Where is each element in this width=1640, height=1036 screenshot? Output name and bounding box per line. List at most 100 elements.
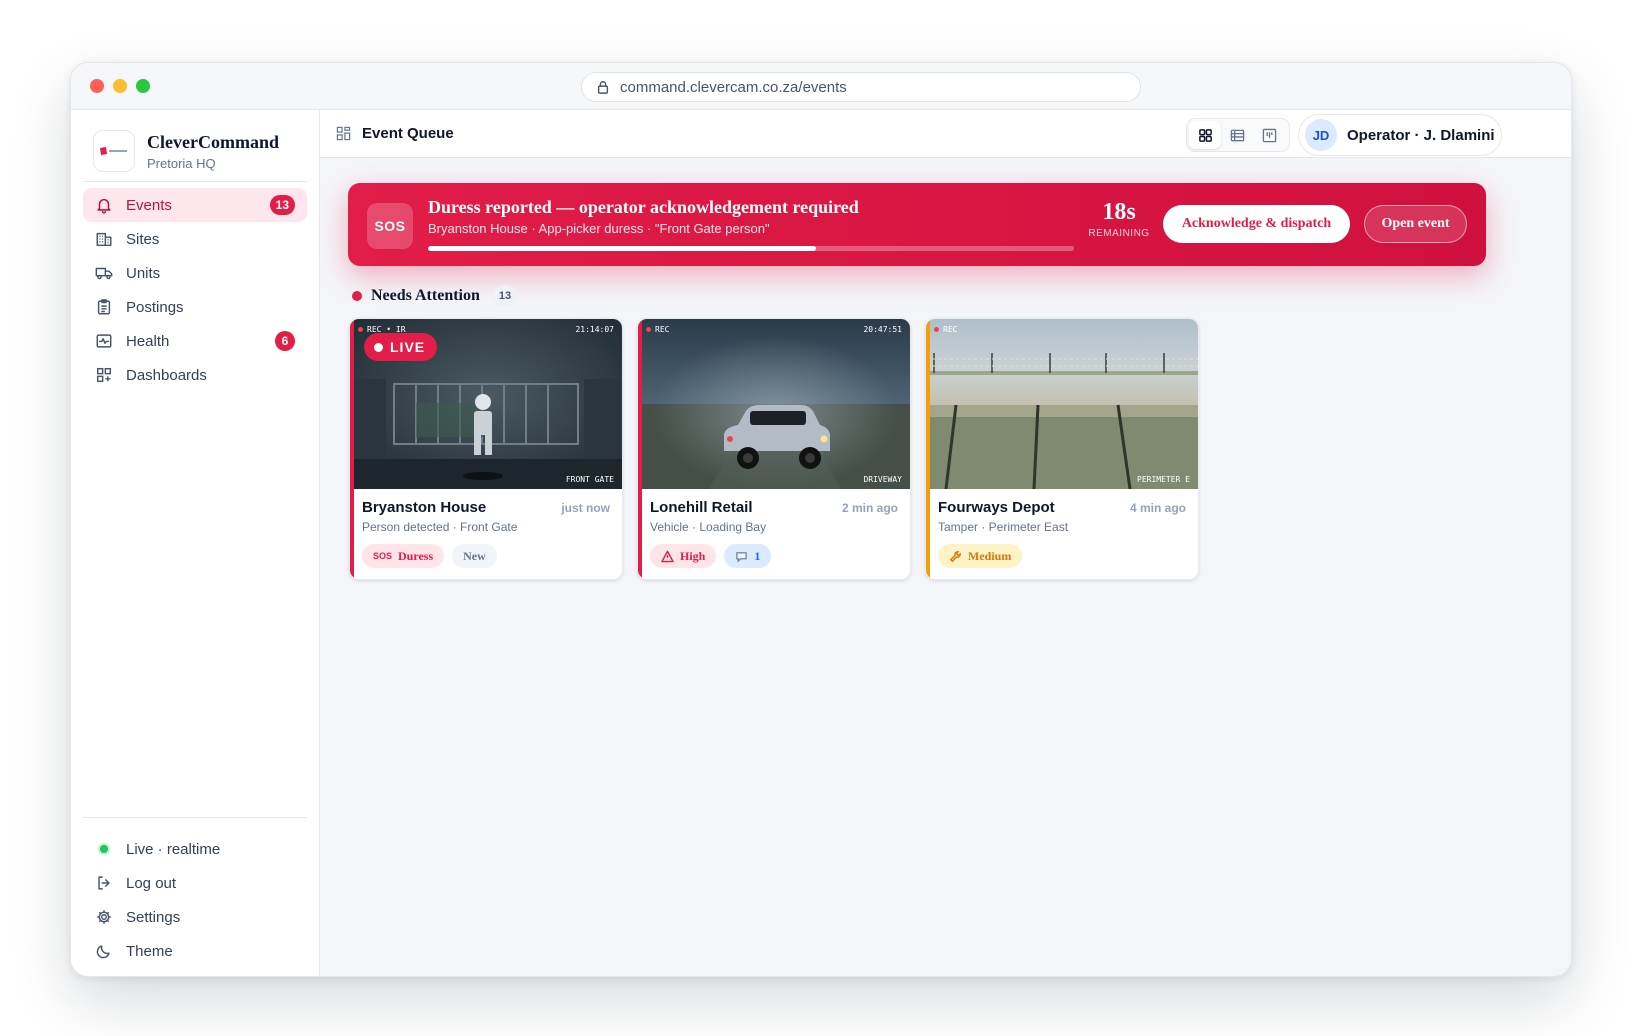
lock-icon: [597, 81, 609, 94]
connection-status: Live · realtime: [83, 832, 307, 866]
rec-text: REC: [943, 325, 958, 334]
building-icon: [96, 232, 112, 247]
countdown-label: REMAINING: [1088, 228, 1150, 239]
sos-icon: SOS: [367, 203, 413, 249]
comment-icon: [736, 551, 748, 562]
list-icon: [1230, 129, 1244, 141]
board-icon: [1262, 128, 1276, 142]
sidebar-bottom-divider: [83, 817, 307, 818]
url-text: command.clevercam.co.za/events: [620, 78, 847, 96]
card-title: Bryanston House: [362, 499, 487, 516]
acknowledge-progress-bar: [428, 246, 1074, 251]
maximize-window-button[interactable]: [136, 79, 150, 93]
sos-mini-icon: SOS: [373, 551, 393, 561]
logout-icon: [98, 876, 110, 890]
browser-window: command.clevercam.co.za/events CleverCom…: [70, 62, 1572, 977]
chip-label: Medium: [968, 548, 1012, 563]
close-window-button[interactable]: [90, 79, 104, 93]
connection-status-label: Live · realtime: [126, 840, 221, 858]
operator-name: Operator · J. Dlamini: [1347, 126, 1495, 144]
card-subtitle: Tamper · Perimeter East: [938, 520, 1069, 534]
address-bar[interactable]: command.clevercam.co.za/events: [581, 72, 1141, 102]
moon-icon: [96, 945, 110, 959]
sidebar-item-events[interactable]: Events 13: [83, 188, 307, 222]
duress-chip: SOS Duress: [362, 544, 445, 568]
medium-severity-chip: Medium: [938, 544, 1023, 568]
wrench-icon: [949, 550, 961, 562]
card-time: 2 min ago: [841, 501, 898, 515]
sidebar-item-label: Dashboards: [126, 366, 207, 384]
brand-logo: [93, 130, 135, 172]
live-dot: [374, 342, 383, 352]
rec-dot: [646, 327, 651, 332]
alert-title: Duress reported — operator acknowledgeme…: [428, 197, 859, 217]
theme-toggle[interactable]: Theme: [83, 934, 307, 968]
card-body: Bryanston House just now Person detected…: [350, 489, 622, 568]
sidebar-item-label: Health: [126, 332, 170, 350]
camera-timestamp: 20:47:51: [863, 325, 902, 334]
brand: CleverCommand Pretoria HQ: [93, 130, 279, 172]
duress-alert-banner: SOS Duress reported — operator acknowled…: [348, 183, 1486, 266]
progress-fill: [428, 246, 816, 251]
camera-feed[interactable]: REC PERIMETER E: [926, 319, 1198, 489]
brand-site: Pretoria HQ: [147, 155, 216, 171]
card-title: Fourways Depot: [938, 499, 1055, 516]
live-badge: LIVE: [364, 333, 438, 361]
needs-attention-header: Needs Attention 13: [352, 285, 518, 307]
card-body: Fourways Depot 4 min ago Tamper · Perime…: [926, 489, 1198, 568]
sidebar-item-sites[interactable]: Sites: [83, 222, 307, 256]
rec-dot: [358, 327, 363, 332]
sidebar-item-label: Events: [126, 196, 172, 214]
camera-feed[interactable]: REC 20:47:51 DRIVEWAY: [638, 319, 910, 489]
severity-stripe: [350, 319, 354, 579]
board-view-button[interactable]: [1253, 121, 1285, 149]
sidebar-bottom-nav: Live · realtime Log out Settings Theme: [83, 832, 307, 968]
minimize-window-button[interactable]: [113, 79, 127, 93]
sidebar-item-dashboards[interactable]: Dashboards: [83, 358, 307, 392]
grid-view-button[interactable]: [1189, 121, 1221, 149]
list-view-button[interactable]: [1221, 121, 1253, 149]
event-card-bryanston[interactable]: REC • IR 21:14:07 FRONT GATE LIVE Bryans…: [349, 318, 623, 580]
event-card-lonehill[interactable]: REC 20:47:51 DRIVEWAY Lonehill Retail 2 …: [637, 318, 911, 580]
logout-button[interactable]: Log out: [83, 866, 307, 900]
open-event-button[interactable]: Open event: [1364, 205, 1467, 243]
card-time: 4 min ago: [1129, 501, 1186, 515]
acknowledge-dispatch-button[interactable]: Acknowledge & dispatch: [1163, 205, 1350, 243]
page-title-text: Event Queue: [362, 125, 454, 142]
settings-label: Settings: [126, 908, 181, 926]
sidebar-item-label: Postings: [126, 298, 184, 316]
browser-titlebar: command.clevercam.co.za/events: [71, 63, 1571, 110]
main-content: Event Queue JD Operator · J. Dlamini SOS: [320, 110, 1571, 976]
camera-feed[interactable]: REC • IR 21:14:07 FRONT GATE LIVE: [350, 319, 622, 489]
live-status-dot: [98, 843, 110, 855]
chip-label: High: [680, 548, 706, 563]
chip-label: 1: [754, 548, 761, 563]
settings-button[interactable]: Settings: [83, 900, 307, 934]
sidebar-item-units[interactable]: Units: [83, 256, 307, 290]
alert-subtitle: Bryanston House · App-picker duress · "F…: [428, 221, 770, 236]
brand-name: CleverCommand: [147, 131, 279, 152]
camera-timestamp: 21:14:07: [575, 325, 614, 334]
sidebar-item-label: Sites: [126, 230, 160, 248]
event-card-fourways[interactable]: REC PERIMETER E Fourways Depot 4 min ago…: [925, 318, 1199, 580]
countdown: 18s REMAINING: [1088, 199, 1150, 239]
section-title: Needs Attention: [371, 287, 480, 304]
comment-count-chip[interactable]: 1: [724, 544, 772, 568]
sidebar-item-health[interactable]: Health 6: [83, 324, 307, 358]
gear-icon: [97, 910, 111, 924]
sidebar-item-postings[interactable]: Postings: [83, 290, 307, 324]
high-severity-chip: High: [650, 544, 717, 568]
operator-menu[interactable]: JD Operator · J. Dlamini: [1298, 114, 1502, 156]
severity-stripe: [638, 319, 642, 579]
live-text: LIVE: [390, 339, 426, 355]
card-time: just now: [561, 501, 610, 515]
pulse-icon: [96, 334, 112, 348]
camera-snapshot-driveway: [638, 319, 910, 489]
rec-dot: [934, 327, 939, 332]
sidebar-divider: [83, 181, 307, 182]
health-count-badge: 6: [275, 331, 295, 351]
countdown-value: 18s: [1102, 199, 1136, 225]
section-count: 13: [492, 285, 518, 307]
grid-icon: [1198, 128, 1212, 142]
sidebar: CleverCommand Pretoria HQ Events 13 Site…: [71, 110, 320, 976]
